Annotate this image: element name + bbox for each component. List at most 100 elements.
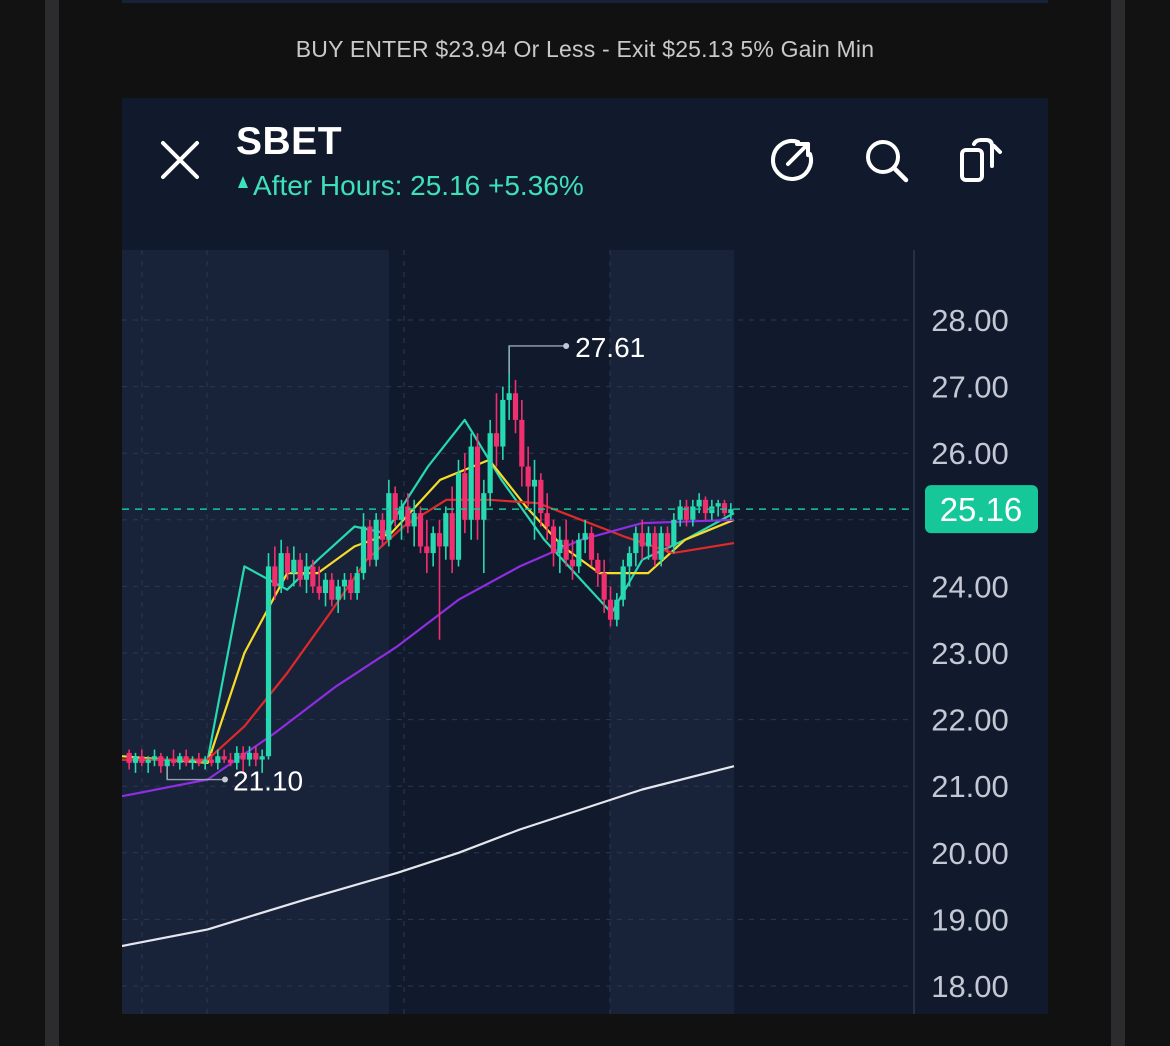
candle-body [132,756,139,763]
candle-body [177,756,183,763]
y-axis-label: 27.00 [931,370,1009,405]
candle-body [728,509,734,514]
candle-body [538,479,544,514]
copy-icon [960,138,1002,182]
candle-body [278,553,284,587]
future-area [734,250,1048,1014]
candle-body [411,513,417,527]
candle-body [550,526,557,554]
up-arrow-icon [238,176,248,188]
candle-body [183,756,189,763]
search-button[interactable] [862,136,910,184]
candle-body [645,533,652,547]
candle-body [696,499,702,507]
candle-body [424,546,430,554]
candle-body [310,566,316,587]
candle-body [335,586,341,600]
candle-body [626,553,633,567]
candle-body [455,473,462,560]
candle-body [158,756,164,767]
session-shade-afterhours [610,250,734,1014]
candle-body [417,513,424,547]
candle-body [379,519,386,540]
after-hours-quote: After Hours: 25.16 +5.36% [238,170,584,202]
candle-body [525,466,531,487]
candle-body [246,752,253,760]
candle-body [607,599,614,620]
candle-body [341,579,348,587]
current-price-label: 25.16 [940,491,1023,528]
candle-body [582,533,588,540]
candle-body [240,752,246,760]
y-axis-label: 26.00 [931,436,1009,471]
candle-body [189,759,196,763]
candle-body [291,559,297,574]
share-icon [771,139,813,181]
candle-body [139,756,145,763]
candle-body [519,419,525,467]
y-axis-label: 21.00 [931,769,1009,804]
candle-body [215,756,221,763]
y-axis-label: 19.00 [931,902,1009,937]
low-marker-dot [222,776,228,783]
candle-body [322,579,329,594]
candle-body [303,566,310,580]
candle-body [569,559,576,567]
share-button[interactable] [768,136,816,184]
candle-body [487,433,493,494]
candle-body [265,566,272,757]
device-frame-left [45,0,59,1046]
y-axis-label: 23.00 [931,636,1009,671]
y-axis-label: 24.00 [931,569,1009,604]
close-icon [161,141,199,179]
candle-body [563,539,569,560]
candle-body [272,566,278,587]
candle-body [576,539,582,567]
candle-body [126,752,132,763]
candle-body [671,519,677,547]
candle-body [297,559,303,580]
candle-body [386,493,392,540]
search-icon [866,140,909,183]
close-button[interactable] [156,136,204,184]
candle-body [443,513,449,547]
candle-body [506,393,512,400]
device-frame-right [1111,0,1125,1046]
y-axis-label: 18.00 [931,969,1009,1004]
candle-body [259,756,265,760]
candle-body [658,533,664,560]
candle-body [145,759,151,763]
price-chart[interactable]: 28.0027.0026.0025.0024.0023.0022.0021.00… [122,250,1048,1014]
copy-button[interactable] [956,136,1004,184]
candle-body [196,759,202,763]
candle-body [595,559,601,574]
candle-body [227,759,234,763]
y-axis-label: 22.00 [931,703,1009,738]
candle-body [253,752,259,760]
candle-body [202,759,208,763]
candle-body [430,533,436,554]
post-caption: BUY ENTER $23.94 Or Less - Exit $25.13 5… [295,36,875,62]
candle-body [468,446,474,520]
candle-body [721,503,728,514]
candle-body [633,533,639,554]
high-marker-dot [563,342,570,349]
candle-body [481,493,487,520]
candle-body [436,533,443,547]
candle-body [652,533,658,560]
candle-body [614,599,620,620]
candle-body [373,519,379,560]
candle-body [449,513,455,560]
candle-body [367,526,373,560]
candle-body [170,759,177,763]
candle-body [702,499,709,514]
after-hours-text: After Hours: 25.16 +5.36% [253,170,584,201]
candle-body [360,526,367,574]
y-axis-label: 28.00 [931,303,1009,338]
candle-body [221,756,227,760]
candle-body [392,493,398,520]
candle-body [557,539,563,554]
candle-body [715,503,721,507]
candle-body [544,513,550,527]
candle-body [512,393,519,420]
